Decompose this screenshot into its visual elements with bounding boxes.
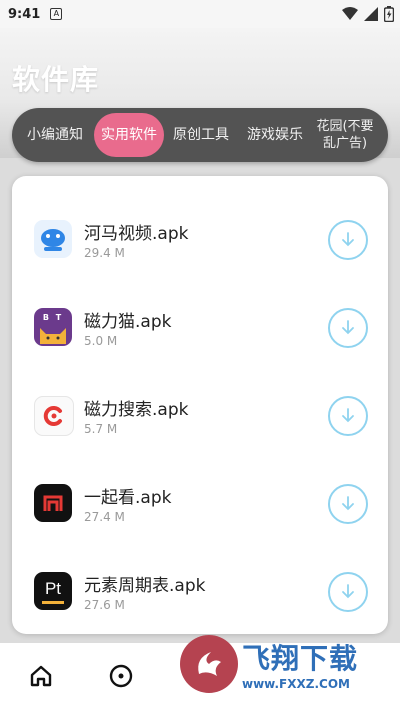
signal-icon [364, 7, 378, 21]
tab-utility[interactable]: 实用软件 [94, 113, 164, 157]
download-icon [342, 584, 354, 599]
watermark-logo-icon [180, 635, 238, 693]
tab-original-tools[interactable]: 原创工具 [164, 113, 238, 157]
status-time: 9:41 [8, 6, 41, 22]
download-button[interactable] [328, 220, 368, 260]
watermark-url: www.FXXZ.COM [242, 677, 350, 691]
cat-icon: B T [34, 308, 72, 346]
app-size: 27.6 M [84, 598, 125, 612]
app-size: 27.4 M [84, 510, 125, 524]
download-icon [342, 408, 354, 423]
app-name: 磁力搜索.apk [84, 400, 189, 420]
download-button[interactable] [328, 572, 368, 612]
download-icon [342, 320, 354, 335]
download-button[interactable] [328, 308, 368, 348]
list-item[interactable]: 磁力搜索.apk 5.7 M [12, 372, 388, 460]
page-title: 软件库 [12, 63, 100, 96]
app-name: 磁力猫.apk [84, 312, 172, 332]
app-size: 29.4 M [84, 246, 125, 260]
app-name: 河马视频.apk [84, 224, 189, 244]
battery-icon [384, 6, 394, 22]
category-tabs: 小编通知 实用软件 原创工具 游戏娱乐 花园(不要乱广告) [12, 108, 388, 162]
tab-garden[interactable]: 花园(不要乱广告) [312, 113, 378, 157]
status-bar: 9:41 A [0, 0, 400, 28]
periodic-table-icon-label: Pt [44, 578, 62, 598]
tab-games[interactable]: 游戏娱乐 [238, 113, 312, 157]
hippo-video-icon [34, 220, 72, 258]
list-item[interactable]: Pt 元素周期表.apk 27.6 M [12, 548, 388, 634]
download-button[interactable] [328, 484, 368, 524]
periodic-table-icon: Pt [34, 572, 72, 610]
app-list: 河马视频.apk 29.4 M B T 磁力猫.apk 5.0 M 磁力搜索.a… [12, 176, 388, 634]
status-icons [342, 6, 394, 22]
cat-icon-label: B T [42, 312, 64, 322]
nav-discover[interactable] [106, 661, 136, 691]
download-button[interactable] [328, 396, 368, 436]
download-icon [342, 496, 354, 511]
app-name: 元素周期表.apk [84, 576, 206, 596]
download-icon [342, 232, 354, 247]
compass-icon [109, 664, 133, 688]
wifi-icon [342, 7, 358, 20]
watermark: 飞翔下载 www.FXXZ.COM [180, 634, 380, 694]
app-size: 5.0 M [84, 334, 118, 348]
magnet-search-icon [34, 396, 74, 436]
app-size: 5.7 M [84, 422, 118, 436]
app-name: 一起看.apk [84, 488, 172, 508]
tab-notice[interactable]: 小编通知 [16, 113, 94, 157]
watch-together-icon [34, 484, 72, 522]
watermark-title: 飞翔下载 [242, 642, 359, 675]
notification-icon: A [50, 8, 63, 20]
home-icon [30, 665, 52, 687]
list-item[interactable]: B T 磁力猫.apk 5.0 M [12, 284, 388, 372]
list-item[interactable]: 一起看.apk 27.4 M [12, 460, 388, 548]
nav-home[interactable] [26, 661, 56, 691]
list-item[interactable]: 河马视频.apk 29.4 M [12, 196, 388, 284]
